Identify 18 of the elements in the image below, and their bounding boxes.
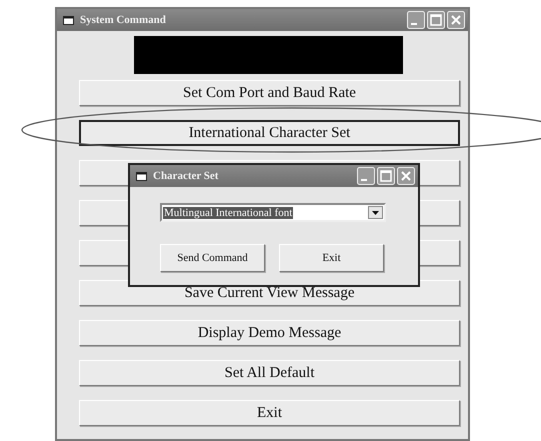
send-command-button[interactable]: Send Command	[160, 244, 265, 272]
command-button[interactable]: Set Com Port and Baud Rate	[79, 80, 460, 106]
window-icon	[63, 16, 74, 24]
command-button[interactable]: Exit	[79, 400, 460, 426]
dropdown-field[interactable]: Multingual International font	[160, 203, 386, 222]
window-title: Character Set	[153, 170, 220, 182]
window-title: System Command	[80, 14, 167, 26]
close-button[interactable]	[447, 11, 465, 29]
maximize-button[interactable]	[427, 11, 445, 29]
close-button[interactable]	[397, 167, 415, 185]
command-button[interactable]: Set All Default	[79, 360, 460, 386]
command-button[interactable]: Display Demo Message	[79, 320, 460, 346]
minimize-button[interactable]	[357, 167, 375, 185]
minimize-button[interactable]	[407, 11, 425, 29]
command-button[interactable]: International Character Set	[79, 120, 460, 146]
maximize-button[interactable]	[377, 167, 395, 185]
exit-button[interactable]: Exit	[279, 244, 384, 272]
window-icon	[136, 172, 147, 180]
